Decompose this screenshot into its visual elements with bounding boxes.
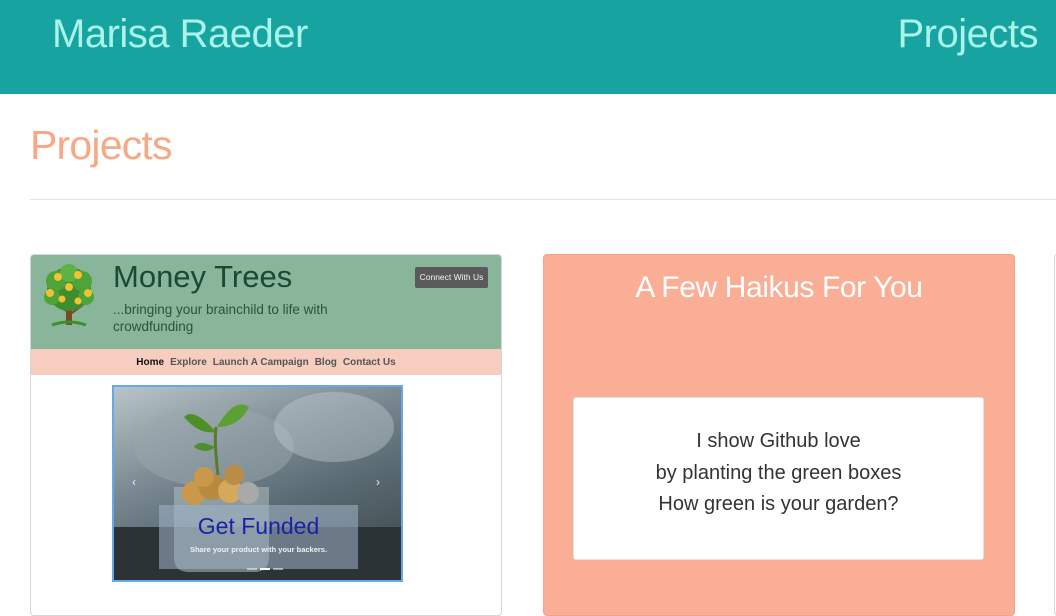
carousel-indicator[interactable]: [247, 568, 257, 570]
money-trees-nav-launch[interactable]: Launch A Campaign: [213, 357, 309, 368]
money-trees-header: Money Trees ...bringing your brainchild …: [31, 255, 501, 349]
haiku-card-title: A Few Haikus For You: [635, 271, 923, 304]
section-divider: [30, 199, 1056, 200]
haiku-box: I show Github love by planting the green…: [573, 397, 984, 560]
carousel-caption-subtitle: Share your product with your backers.: [189, 545, 328, 554]
haiku-line-1: I show Github love: [696, 430, 861, 452]
money-trees-nav-blog[interactable]: Blog: [315, 357, 337, 368]
project-card-money-trees[interactable]: Money Trees ...bringing your brainchild …: [30, 254, 502, 616]
haiku-line-3: How green is your garden?: [658, 493, 899, 515]
section-title: Projects: [30, 122, 173, 168]
project-card-haikus[interactable]: A Few Haikus For You I show Github love …: [543, 254, 1015, 616]
money-trees-nav-contact[interactable]: Contact Us: [343, 357, 396, 368]
chevron-right-icon[interactable]: ›: [376, 475, 380, 489]
connect-with-us-button[interactable]: Connect With Us: [415, 267, 488, 288]
carousel-caption: Get Funded Share your product with your …: [159, 505, 358, 569]
money-tree-logo-icon: [44, 264, 94, 327]
nav-link-projects[interactable]: Projects: [898, 12, 1039, 57]
carousel-indicator-active[interactable]: [260, 568, 270, 570]
carousel-indicators: [247, 568, 283, 570]
money-trees-nav-home[interactable]: Home: [136, 357, 164, 368]
carousel-caption-title: Get Funded: [197, 513, 320, 539]
money-trees-carousel[interactable]: ‹ › Get Funded Share your product with y…: [112, 385, 403, 582]
money-trees-title: Money Trees: [113, 259, 293, 294]
carousel-indicator[interactable]: [273, 568, 283, 570]
brand-link[interactable]: Marisa Raeder: [52, 12, 308, 57]
top-navbar: Marisa Raeder Projects: [0, 0, 1056, 94]
money-trees-nav-explore[interactable]: Explore: [170, 357, 207, 368]
haiku-line-2: by planting the green boxes: [655, 461, 902, 484]
chevron-left-icon[interactable]: ‹: [132, 475, 136, 489]
money-trees-nav: Home Explore Launch A Campaign Blog Cont…: [31, 349, 501, 375]
money-trees-tagline: ...bringing your brainchild to life with…: [113, 302, 328, 334]
haiku-text: I show Github love by planting the green…: [574, 426, 983, 521]
